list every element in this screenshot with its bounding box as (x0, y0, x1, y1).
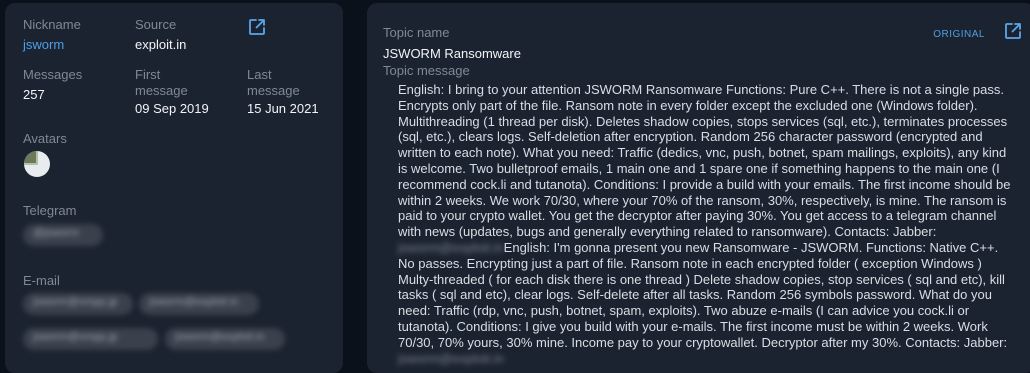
email-chip[interactable]: jsworm@xmpp.jp (23, 293, 133, 315)
source-value: exploit.in (135, 37, 187, 52)
first-message-date: 09 Sep 2019 (135, 101, 209, 116)
external-link-icon[interactable] (1003, 21, 1023, 41)
email-chip[interactable]: jsworm@exploit.in (139, 293, 259, 315)
profile-panel: Nickname jsworm Source exploit.in Messag… (5, 3, 343, 373)
external-link-icon[interactable] (247, 17, 267, 37)
nickname-link[interactable]: jsworm (23, 37, 64, 53)
email-chip[interactable]: jsworm@xmpp.jp (23, 328, 158, 350)
topic-message-body: English: I bring to your attention JSWOR… (398, 82, 1013, 366)
last-message-date: 15 Jun 2021 (247, 101, 319, 116)
email-label: E-mail (23, 273, 60, 288)
avatar[interactable] (24, 151, 50, 177)
first-message-label: First message (135, 67, 188, 98)
topic-text-english-1: English: I bring to your attention JSWOR… (398, 82, 1011, 240)
source-label: Source (135, 17, 177, 32)
topic-text-english-2: English: I'm gonna present you new Ranso… (398, 239, 1008, 350)
topic-title: JSWORM Ransomware (383, 46, 521, 61)
topic-name-label: Topic name (383, 25, 450, 40)
redacted-contact: jsworm@exploit.in (398, 350, 504, 366)
telegram-label: Telegram (23, 203, 77, 218)
redacted-contact: jsworm@exploit.in (398, 239, 504, 255)
topic-panel: Topic name ORIGINAL JSWORM Ransomware To… (367, 3, 1030, 373)
messages-count: 257 (23, 87, 45, 102)
avatars-label: Avatars (23, 131, 67, 146)
last-message-label: Last message (247, 67, 300, 98)
topic-message-label: Topic message (383, 63, 470, 78)
nickname-label: Nickname (23, 17, 81, 32)
email-chip[interactable]: jsworm@exploit.in (165, 328, 285, 350)
messages-label: Messages (23, 67, 83, 82)
original-link[interactable]: ORIGINAL (933, 29, 985, 40)
telegram-chip[interactable]: @jsworm (23, 224, 103, 246)
